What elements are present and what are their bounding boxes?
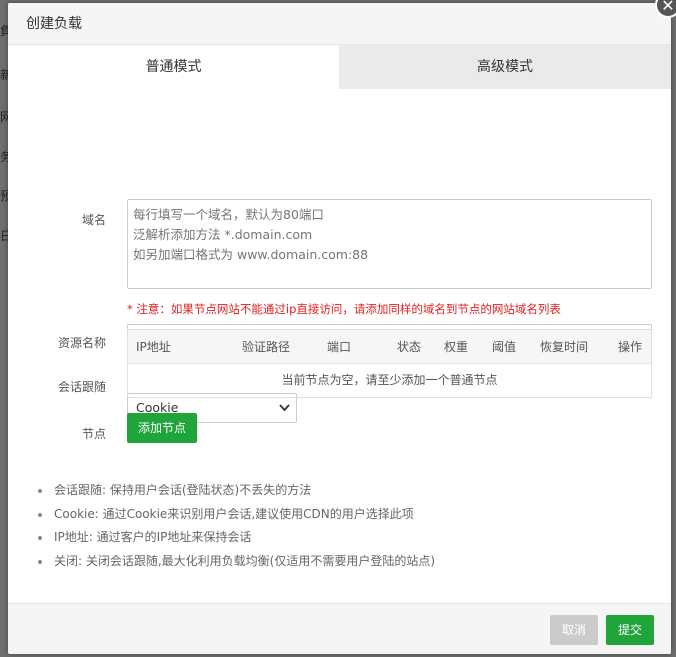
column-recovery-time: 恢复时间 xyxy=(540,340,589,354)
background-sidebar: 負 新 网 务 预 日 xyxy=(0,0,10,657)
column-actions: 操作 xyxy=(618,340,643,354)
list-item: IP地址: 通过客户的IP地址来保持会话 xyxy=(38,526,435,550)
add-node-button[interactable]: 添加节点 xyxy=(127,413,197,443)
cancel-button[interactable]: 取消 xyxy=(550,615,598,645)
dialog-title: 创建负载 xyxy=(26,16,82,32)
dialog-header: 创建负载 xyxy=(8,3,671,45)
close-button[interactable]: ✕ xyxy=(655,0,676,18)
submit-button[interactable]: 提交 xyxy=(606,615,654,645)
column-ip-address: IP地址 xyxy=(136,340,171,354)
domain-notice: * 注意：如果节点网站不能通过ip直接访问，请添加同样的域名到节点的网站域名列表 xyxy=(127,302,561,316)
column-port: 端口 xyxy=(327,340,352,354)
column-threshold: 阈值 xyxy=(492,340,517,354)
session-follow-label: 会话跟随 xyxy=(57,380,106,394)
list-item: Cookie: 通过Cookie来识别用户会话,建议使用CDN的用户选择此项 xyxy=(38,503,435,527)
node-table-header: IP地址 验证路径 端口 状态 权重 阈值 恢复时间 操作 xyxy=(128,330,651,364)
tab-advanced-mode[interactable]: 高级模式 xyxy=(339,45,671,89)
column-weight: 权重 xyxy=(444,340,469,354)
chevron-down-icon xyxy=(279,394,290,434)
column-verify-path: 验证路径 xyxy=(242,340,291,354)
resource-name-label: 资源名称 xyxy=(57,336,106,350)
close-icon: ✕ xyxy=(655,0,676,18)
domain-textarea[interactable] xyxy=(127,199,652,289)
nodes-label: 节点 xyxy=(81,427,106,441)
node-table: IP地址 验证路径 端口 状态 权重 阈值 恢复时间 操作 当前节点为空，请至少… xyxy=(127,329,652,398)
node-table-empty-message: 当前节点为空，请至少添加一个普通节点 xyxy=(281,373,498,387)
create-load-dialog: 创建负载 普通模式 高级模式 域名 * 注意：如果节点网站不能通过ip直接访问，… xyxy=(8,3,671,654)
load-form: 域名 * 注意：如果节点网站不能通过ip直接访问，请添加同样的域名到节点的网站域… xyxy=(8,89,671,441)
column-status: 状态 xyxy=(397,340,422,354)
dialog-footer: 取消 提交 xyxy=(8,603,671,654)
list-item: 会话跟随: 保持用户会话(登陆状态)不丢失的方法 xyxy=(38,479,435,503)
list-item: 关闭: 关闭会话跟随,最大化利用负载均衡(仅适用不需要用户登陆的站点) xyxy=(38,550,435,574)
domain-label: 域名 xyxy=(81,213,106,227)
mode-tabs: 普通模式 高级模式 xyxy=(8,45,671,89)
help-tips-list: 会话跟随: 保持用户会话(登陆状态)不丢失的方法 Cookie: 通过Cooki… xyxy=(38,479,435,573)
tab-normal-mode[interactable]: 普通模式 xyxy=(8,45,339,89)
